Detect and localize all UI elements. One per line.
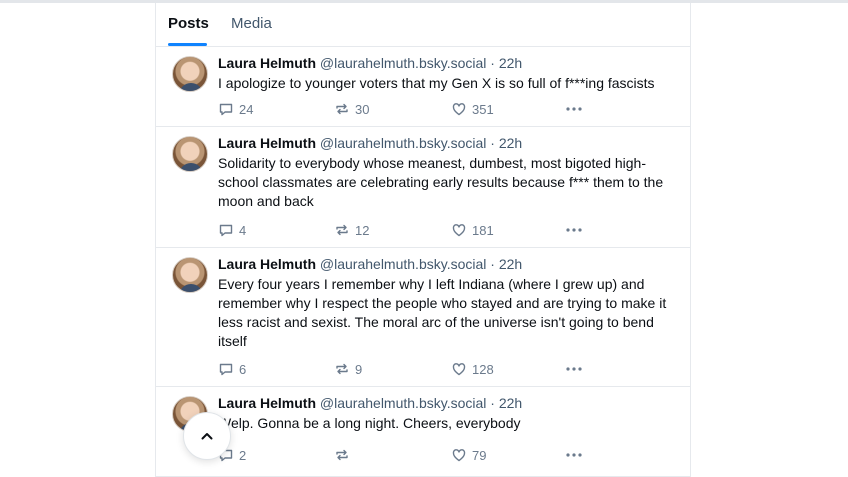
header-separator: · bbox=[490, 395, 495, 411]
like-count: 181 bbox=[472, 222, 494, 238]
post-timestamp[interactable]: 22h bbox=[499, 135, 522, 151]
author-handle[interactable]: @laurahelmuth.bsky.social bbox=[320, 135, 486, 151]
post-header: Laura Helmuth @laurahelmuth.bsky.social … bbox=[218, 255, 678, 273]
post-timestamp[interactable]: 22h bbox=[499, 395, 522, 411]
author-name[interactable]: Laura Helmuth bbox=[218, 395, 316, 411]
scroll-to-top-button[interactable] bbox=[183, 412, 231, 460]
heart-icon bbox=[452, 224, 466, 237]
like-button[interactable]: 181 bbox=[451, 222, 494, 238]
post-header: Laura Helmuth @laurahelmuth.bsky.social … bbox=[218, 134, 678, 152]
header-separator: · bbox=[490, 55, 495, 71]
heart-icon bbox=[452, 103, 466, 116]
ellipsis-icon bbox=[566, 367, 582, 371]
repost-count: 30 bbox=[355, 101, 370, 117]
feed-post[interactable]: Laura Helmuth @laurahelmuth.bsky.social … bbox=[156, 248, 690, 387]
ellipsis-icon bbox=[566, 228, 582, 232]
avatar[interactable] bbox=[172, 257, 208, 293]
profile-feed-column: Posts Media Laura Helmuth @laurahelmuth.… bbox=[155, 3, 691, 477]
post-text: Welp. Gonna be a long night. Cheers, eve… bbox=[218, 415, 521, 431]
repost-button[interactable]: 9 bbox=[334, 361, 362, 377]
more-options-button[interactable] bbox=[565, 447, 583, 463]
feed-post[interactable]: Laura Helmuth @laurahelmuth.bsky.social … bbox=[156, 387, 690, 477]
like-button[interactable]: 351 bbox=[451, 101, 494, 117]
reply-count: 2 bbox=[239, 447, 247, 463]
repost-count: 12 bbox=[355, 222, 370, 238]
post-actions: 24 30 351 bbox=[218, 101, 598, 119]
like-count: 351 bbox=[472, 101, 494, 117]
post-text: Every four years I remember why I left I… bbox=[218, 276, 667, 349]
repost-button[interactable] bbox=[334, 447, 355, 463]
repost-count: 9 bbox=[355, 361, 363, 377]
more-options-button[interactable] bbox=[565, 101, 583, 117]
repost-arrows-icon bbox=[336, 103, 348, 115]
reply-button[interactable]: 24 bbox=[218, 101, 253, 117]
post-content: Laura Helmuth @laurahelmuth.bsky.social … bbox=[218, 394, 678, 433]
post-actions: 4 12 181 bbox=[218, 222, 598, 240]
header-separator: · bbox=[490, 135, 495, 151]
like-button[interactable]: 79 bbox=[451, 447, 486, 463]
reply-count: 4 bbox=[239, 222, 247, 238]
repost-arrows-icon bbox=[336, 224, 348, 236]
repost-arrows-icon bbox=[336, 363, 348, 375]
author-name[interactable]: Laura Helmuth bbox=[218, 256, 316, 272]
more-options-button[interactable] bbox=[565, 222, 583, 238]
heart-icon bbox=[452, 363, 466, 376]
post-timestamp[interactable]: 22h bbox=[499, 55, 522, 71]
post-content: Laura Helmuth @laurahelmuth.bsky.social … bbox=[218, 134, 678, 211]
repost-arrows-icon bbox=[336, 449, 348, 461]
author-name[interactable]: Laura Helmuth bbox=[218, 135, 316, 151]
ellipsis-icon bbox=[566, 453, 582, 457]
like-button[interactable]: 128 bbox=[451, 361, 494, 377]
post-content: Laura Helmuth @laurahelmuth.bsky.social … bbox=[218, 255, 678, 351]
avatar[interactable] bbox=[172, 136, 208, 172]
reply-button[interactable]: 4 bbox=[218, 222, 246, 238]
repost-button[interactable]: 30 bbox=[334, 101, 369, 117]
post-header: Laura Helmuth @laurahelmuth.bsky.social … bbox=[218, 394, 678, 412]
speech-bubble-icon bbox=[219, 224, 233, 237]
avatar[interactable] bbox=[172, 56, 208, 92]
post-content: Laura Helmuth @laurahelmuth.bsky.social … bbox=[218, 54, 678, 93]
like-count: 128 bbox=[472, 361, 494, 377]
active-tab-indicator bbox=[168, 43, 207, 46]
author-handle[interactable]: @laurahelmuth.bsky.social bbox=[320, 55, 486, 71]
author-name[interactable]: Laura Helmuth bbox=[218, 55, 316, 71]
feed-tabs: Posts Media bbox=[156, 3, 690, 47]
more-options-button[interactable] bbox=[565, 361, 583, 377]
chevron-up-icon bbox=[201, 433, 213, 440]
post-text: I apologize to younger voters that my Ge… bbox=[218, 75, 655, 91]
post-actions: 6 9 128 bbox=[218, 361, 598, 379]
feed-post[interactable]: Laura Helmuth @laurahelmuth.bsky.social … bbox=[156, 127, 690, 248]
reply-count: 24 bbox=[239, 101, 254, 117]
ellipsis-icon bbox=[566, 107, 582, 111]
speech-bubble-icon bbox=[219, 103, 233, 116]
post-text: Solidarity to everybody whose meanest, d… bbox=[218, 155, 664, 209]
header-separator: · bbox=[490, 256, 495, 272]
tab-posts[interactable]: Posts bbox=[168, 15, 209, 32]
post-header: Laura Helmuth @laurahelmuth.bsky.social … bbox=[218, 54, 678, 72]
post-timestamp[interactable]: 22h bbox=[499, 256, 522, 272]
tab-media[interactable]: Media bbox=[231, 15, 272, 32]
like-count: 79 bbox=[472, 447, 487, 463]
reply-count: 6 bbox=[239, 361, 247, 377]
feed-post[interactable]: Laura Helmuth @laurahelmuth.bsky.social … bbox=[156, 47, 690, 127]
speech-bubble-icon bbox=[219, 363, 233, 376]
author-handle[interactable]: @laurahelmuth.bsky.social bbox=[320, 395, 486, 411]
repost-button[interactable]: 12 bbox=[334, 222, 369, 238]
heart-icon bbox=[452, 449, 466, 462]
author-handle[interactable]: @laurahelmuth.bsky.social bbox=[320, 256, 486, 272]
reply-button[interactable]: 6 bbox=[218, 361, 246, 377]
post-actions: 2 79 bbox=[218, 447, 598, 465]
